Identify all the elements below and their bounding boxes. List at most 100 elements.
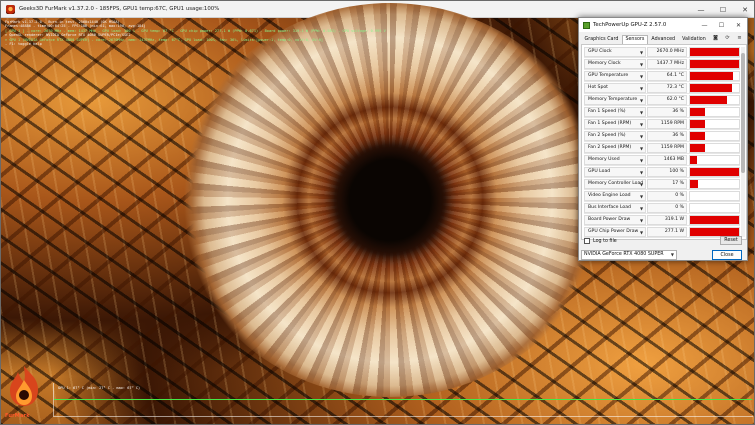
chevron-down-icon[interactable]: ▼ — [640, 134, 643, 139]
sensor-row: Fan 1 Speed (RPM) ▼ 1159 RPM — [584, 118, 740, 130]
sensor-scrollbar[interactable] — [741, 47, 745, 237]
chevron-down-icon[interactable]: ▼ — [640, 50, 643, 55]
sensor-graph-fill — [690, 168, 739, 176]
sensor-row: Video Engine Load ▼ 0 % — [584, 190, 740, 202]
sensor-row: Fan 1 Speed (%) ▼ 36 % — [584, 106, 740, 118]
sensor-graph — [689, 95, 740, 105]
sensor-graph — [689, 83, 740, 93]
gpuz-maximize-button[interactable]: ☐ — [713, 18, 730, 32]
sensor-name[interactable]: Hot Spot — [584, 83, 646, 93]
sensor-row: Memory Temperature ▼ 62.0 °C — [584, 94, 740, 106]
sensor-value: 100 % — [647, 167, 687, 177]
chevron-down-icon[interactable]: ▼ — [640, 170, 643, 175]
chevron-down-icon[interactable]: ▼ — [640, 62, 643, 67]
sensor-row: Memory Clock ▼ 1437.7 MHz — [584, 58, 740, 70]
sensor-name[interactable]: Fan 1 Speed (%) — [584, 107, 646, 117]
sensor-name[interactable]: Fan 2 Speed (RPM) — [584, 143, 646, 153]
sensor-value: 1159 RPM — [647, 143, 687, 153]
chevron-down-icon[interactable]: ▼ — [640, 122, 643, 127]
sensor-name[interactable]: Fan 2 Speed (%) — [584, 131, 646, 141]
sensor-graph-fill — [690, 60, 739, 68]
chevron-down-icon[interactable]: ▼ — [640, 98, 643, 103]
sensor-graph — [689, 191, 740, 201]
chevron-down-icon[interactable]: ▼ — [640, 158, 643, 163]
sensor-row: Memory Controller Load ▼ 17 % — [584, 178, 740, 190]
sensor-value: 0 % — [647, 191, 687, 201]
sensor-value: 1437.7 MHz — [647, 59, 687, 69]
chevron-down-icon[interactable]: ▼ — [640, 86, 643, 91]
sensor-graph-fill — [690, 72, 734, 80]
sensor-name[interactable]: GPU Clock — [584, 47, 646, 57]
log-to-file-row: Log to file — [584, 238, 617, 244]
furmark-logo-icon — [10, 366, 38, 406]
furmark-logo-text: FurMark — [5, 413, 30, 419]
osd-overlay: FurMark v1.37.2.0 - Burn-in test, 2560x1… — [5, 20, 386, 47]
sensor-name[interactable]: GPU Chip Power Draw — [584, 227, 646, 237]
sensor-row: Bus Interface Load ▼ 0 % — [584, 202, 740, 214]
sensor-name[interactable]: Memory Temperature — [584, 95, 646, 105]
sensor-name[interactable]: Video Engine Load — [584, 191, 646, 201]
osd-line: > GPU 1 (NVIDIA GeForce RTX 4080 SUPER) … — [5, 37, 324, 42]
sensor-graph — [689, 59, 740, 69]
furmark-app-icon — [6, 4, 15, 14]
sensor-graph-fill — [690, 84, 732, 92]
camera-icon[interactable]: ◙ — [712, 35, 719, 41]
sensor-graph — [689, 179, 740, 189]
sensor-value: 2670.0 MHz — [647, 47, 687, 57]
chevron-down-icon[interactable]: ▼ — [640, 146, 643, 151]
sensor-row: Fan 2 Speed (%) ▼ 36 % — [584, 130, 740, 142]
chevron-down-icon: ▼ — [670, 252, 674, 257]
sensor-graph-fill — [690, 48, 739, 56]
chevron-down-icon[interactable]: ▼ — [640, 110, 643, 115]
gpuz-close-button[interactable]: ✕ — [730, 18, 747, 32]
sensor-graph — [689, 131, 740, 141]
osd-line: - F1: toggle help — [5, 42, 42, 47]
chevron-down-icon[interactable]: ▼ — [640, 74, 643, 79]
gpuz-toolbar: ◙ ⟳ ≡ — [712, 35, 743, 41]
sensor-value: 17 % — [647, 179, 687, 189]
sensor-name[interactable]: Memory Used — [584, 155, 646, 165]
sensor-name[interactable]: Fan 1 Speed (RPM) — [584, 119, 646, 129]
chevron-down-icon[interactable]: ▼ — [640, 182, 643, 187]
sensor-graph-fill — [690, 216, 739, 224]
sensor-name[interactable]: Bus Interface Load — [584, 203, 646, 213]
chevron-down-icon[interactable]: ▼ — [640, 194, 643, 199]
window-title: Geeks3D FurMark v1.37.2.0 - 185FPS, GPU1… — [19, 6, 220, 12]
sensor-value: 277.1 W — [647, 227, 687, 237]
sensor-value: 1159 RPM — [647, 119, 687, 129]
sensor-name[interactable]: Memory Controller Load — [584, 179, 646, 189]
fur-texture-overlay — [177, 3, 603, 397]
minimize-button[interactable]: — — [690, 1, 712, 18]
log-to-file-label: Log to file — [593, 238, 617, 244]
sensor-name[interactable]: Memory Clock — [584, 59, 646, 69]
reset-button[interactable]: Reset — [720, 236, 742, 245]
gpuz-titlebar: TechPowerUp GPU-Z 2.57.0 — ☐ ✕ — [579, 18, 747, 32]
sensor-graph — [689, 143, 740, 153]
gpu-select[interactable]: NVIDIA GeForce RTX 4080 SUPER ▼ — [581, 250, 677, 260]
chevron-down-icon[interactable]: ▼ — [640, 230, 643, 235]
sensor-row: Fan 2 Speed (RPM) ▼ 1159 RPM — [584, 142, 740, 154]
sensor-graph — [689, 215, 740, 225]
sensor-value: 64.1 °C — [647, 71, 687, 81]
temperature-graph-label: GPU 1: 67° C (min: 27° C - max: 67° C) — [58, 386, 141, 390]
sensor-value: 36 % — [647, 131, 687, 141]
close-button[interactable]: Close — [712, 250, 742, 260]
sensor-name[interactable]: GPU Load — [584, 167, 646, 177]
gpuz-minimize-button[interactable]: — — [696, 18, 713, 32]
log-to-file-checkbox[interactable] — [584, 238, 590, 244]
sensor-graph — [689, 167, 740, 177]
maximize-button[interactable]: ☐ — [712, 1, 734, 18]
temperature-graph — [53, 383, 753, 417]
sensor-name[interactable]: Board Power Draw — [584, 215, 646, 225]
gpuz-app-icon — [583, 21, 590, 29]
gpuz-window: TechPowerUp GPU-Z 2.57.0 — ☐ ✕ Graphics … — [578, 17, 748, 261]
chevron-down-icon[interactable]: ▼ — [640, 218, 643, 223]
sensor-name[interactable]: GPU Temperature — [584, 71, 646, 81]
chevron-down-icon[interactable]: ▼ — [640, 206, 643, 211]
sensor-row: GPU Chip Power Draw ▼ 277.1 W — [584, 226, 740, 238]
sensor-scrollbar-thumb[interactable] — [741, 53, 745, 173]
menu-icon[interactable]: ≡ — [736, 35, 743, 41]
sensor-panel: GPU Clock ▼ 2670.0 MHz Memory Clock ▼ 1437.7 … — [581, 44, 747, 240]
refresh-icon[interactable]: ⟳ — [724, 35, 731, 41]
close-button[interactable]: ✕ — [734, 1, 754, 18]
